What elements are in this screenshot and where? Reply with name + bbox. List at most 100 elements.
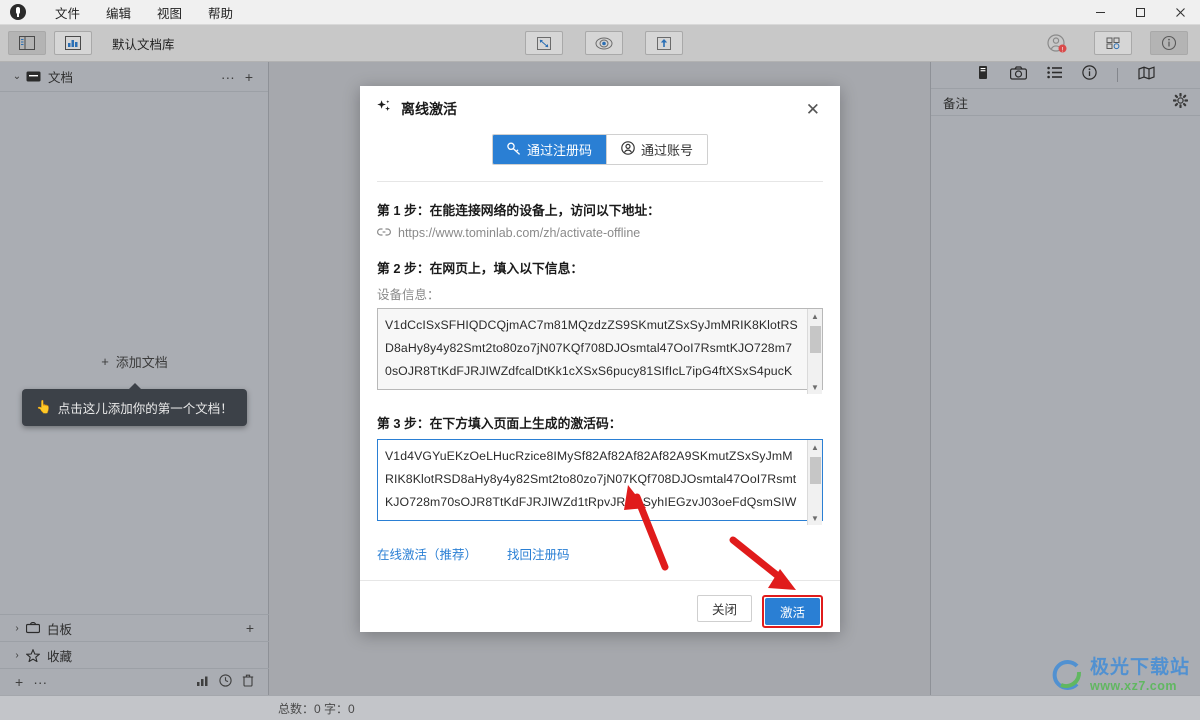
section-more-button[interactable]: ···	[216, 69, 240, 85]
close-icon[interactable]: ✕	[802, 99, 824, 120]
scrollbar-thumb[interactable]	[809, 326, 821, 353]
section-add-button[interactable]: +	[240, 69, 258, 85]
tooltip-text: 点击这儿添加你的第一个文档！	[57, 402, 233, 416]
add-document-button[interactable]: + 添加文档	[101, 352, 168, 371]
activation-url[interactable]: https://www.tominlab.com/zh/activate-off…	[398, 226, 640, 240]
tab-label: 通过账号	[641, 143, 694, 158]
sidebar-footer: + ···	[0, 668, 269, 695]
info-circle-icon[interactable]	[1082, 65, 1097, 85]
notes-panel-header: 备注	[931, 89, 1200, 116]
watermark-main: 极光下载站	[1089, 656, 1190, 678]
watermark-sub: www.xz7.com	[1089, 678, 1177, 693]
offline-activation-dialog: 离线激活 ✕ 通过注册码 通过账号 第 1 步：在能连接网络的设备上，访问以下地…	[360, 86, 840, 632]
sidebar-item-whiteboard[interactable]: › 白板 +	[0, 614, 269, 641]
title-bar: 文件 编辑 视图 帮助	[0, 0, 1200, 25]
footer-add-button[interactable]: +	[10, 674, 28, 690]
star-icon	[26, 648, 40, 662]
info-icon[interactable]	[1150, 31, 1188, 55]
gear-icon[interactable]	[1172, 92, 1189, 111]
menu-file[interactable]: 文件	[42, 0, 93, 25]
export-icon[interactable]	[645, 31, 683, 55]
sidebar-item-label: 收藏	[47, 649, 73, 664]
fit-screen-icon[interactable]	[525, 31, 563, 55]
step1-title: 第 1 步：在能连接网络的设备上，访问以下地址：	[377, 203, 660, 218]
step3-title: 第 3 步：在下方填入页面上生成的激活码：	[377, 416, 622, 431]
link-icon	[377, 226, 391, 240]
chevron-down-icon[interactable]: ⌄	[10, 71, 24, 82]
divider	[1117, 68, 1118, 82]
activation-method-tabs: 通过注册码 通过账号	[360, 134, 840, 165]
menu-view[interactable]: 视图	[144, 0, 195, 25]
scroll-down-icon[interactable]: ▼	[808, 380, 823, 394]
device-info-textarea[interactable]	[377, 308, 823, 390]
clock-icon[interactable]	[214, 674, 237, 690]
scroll-up-icon[interactable]: ▲	[808, 309, 823, 323]
watermark-logo-icon	[1052, 659, 1081, 690]
activation-code-wrap: ▲ ▼	[377, 439, 823, 526]
presentation-icon[interactable]	[585, 31, 623, 55]
whiteboard-icon	[26, 622, 40, 634]
scroll-up-icon[interactable]: ▲	[808, 440, 823, 454]
archive-icon	[26, 70, 41, 83]
onboarding-tooltip: 👆 点击这儿添加你的第一个文档！	[22, 383, 247, 426]
app-window: 文件 编辑 视图 帮助 默认文档库 ! ⌄ 文档 ··· + + 添加文档 👆 …	[0, 0, 1200, 720]
divider	[377, 181, 823, 182]
camera-icon[interactable]	[1010, 65, 1028, 85]
tab-group: 通过注册码 通过账号	[491, 134, 709, 165]
grid-icon[interactable]	[1094, 31, 1132, 55]
sidebar-toggle-icon[interactable]	[8, 31, 46, 55]
main-toolbar: 默认文档库 !	[0, 25, 1200, 62]
step2-title: 第 2 步：在网页上，填入以下信息：	[377, 261, 584, 276]
activation-code-textarea[interactable]	[377, 439, 823, 521]
sidebar-bottom-sections: › 白板 + › 收藏 + ···	[0, 614, 269, 695]
status-bar: 总数：0 字：0	[0, 695, 1200, 720]
sidebar-section-label: 文档	[48, 71, 74, 85]
right-sidebar: 备注	[930, 62, 1200, 695]
scrollbar-thumb[interactable]	[809, 457, 821, 484]
chevron-right-icon[interactable]: ›	[10, 650, 24, 661]
chart-icon[interactable]	[191, 674, 214, 690]
plus-icon: +	[101, 354, 109, 369]
chevron-right-icon[interactable]: ›	[10, 623, 24, 634]
minimize-button[interactable]	[1080, 0, 1120, 25]
dialog-title: 离线激活	[401, 101, 457, 117]
device-info-scrollbar[interactable]: ▲ ▼	[807, 309, 822, 394]
status-counts: 总数：0 字：0	[278, 701, 355, 716]
pointing-hand-icon: 👆	[36, 400, 52, 414]
sidebar-item-label: 白板	[47, 622, 73, 637]
trash-icon[interactable]	[237, 674, 259, 690]
dialog-links: 在线激活（推荐） 找回注册码	[377, 544, 823, 563]
menu-help[interactable]: 帮助	[195, 0, 246, 25]
notes-panel-title: 备注	[943, 96, 969, 111]
book-icon[interactable]	[976, 65, 990, 85]
list-icon[interactable]	[1047, 66, 1062, 84]
dialog-body: 第 1 步：在能连接网络的设备上，访问以下地址： https://www.tom…	[360, 200, 840, 563]
app-logo-icon	[10, 4, 26, 20]
activation-code-scrollbar[interactable]: ▲ ▼	[807, 440, 822, 525]
map-icon[interactable]	[1138, 65, 1155, 85]
scroll-down-icon[interactable]: ▼	[808, 511, 823, 525]
footer-more-button[interactable]: ···	[28, 674, 52, 690]
dialog-footer: 关闭 激活	[360, 581, 840, 628]
device-info-label: 设备信息：	[377, 288, 440, 302]
maximize-button[interactable]	[1120, 0, 1160, 25]
link-online-activation[interactable]: 在线激活（推荐）	[377, 544, 477, 563]
close-button[interactable]	[1160, 0, 1200, 25]
tab-by-account[interactable]: 通过账号	[606, 135, 708, 164]
tab-by-license-key[interactable]: 通过注册码	[492, 135, 606, 164]
link-recover-license[interactable]: 找回注册码	[507, 544, 570, 563]
toolbar-center-group	[517, 31, 683, 55]
activate-button[interactable]: 激活	[764, 598, 820, 625]
whiteboard-add-button[interactable]: +	[241, 620, 259, 636]
sidebar-section-documents[interactable]: ⌄ 文档 ··· +	[0, 62, 268, 92]
menu-bar: 文件 编辑 视图 帮助	[42, 0, 246, 25]
right-sidebar-iconbar	[931, 62, 1200, 89]
sidebar-item-favorites[interactable]: › 收藏	[0, 641, 269, 668]
menu-edit[interactable]: 编辑	[93, 0, 144, 25]
library-selector[interactable]: 默认文档库	[102, 31, 185, 55]
window-controls	[1080, 0, 1200, 25]
close-dialog-button[interactable]: 关闭	[696, 595, 752, 622]
account-icon[interactable]: !	[1038, 31, 1076, 55]
user-circle-icon	[621, 141, 635, 158]
chart-view-icon[interactable]	[54, 31, 92, 55]
